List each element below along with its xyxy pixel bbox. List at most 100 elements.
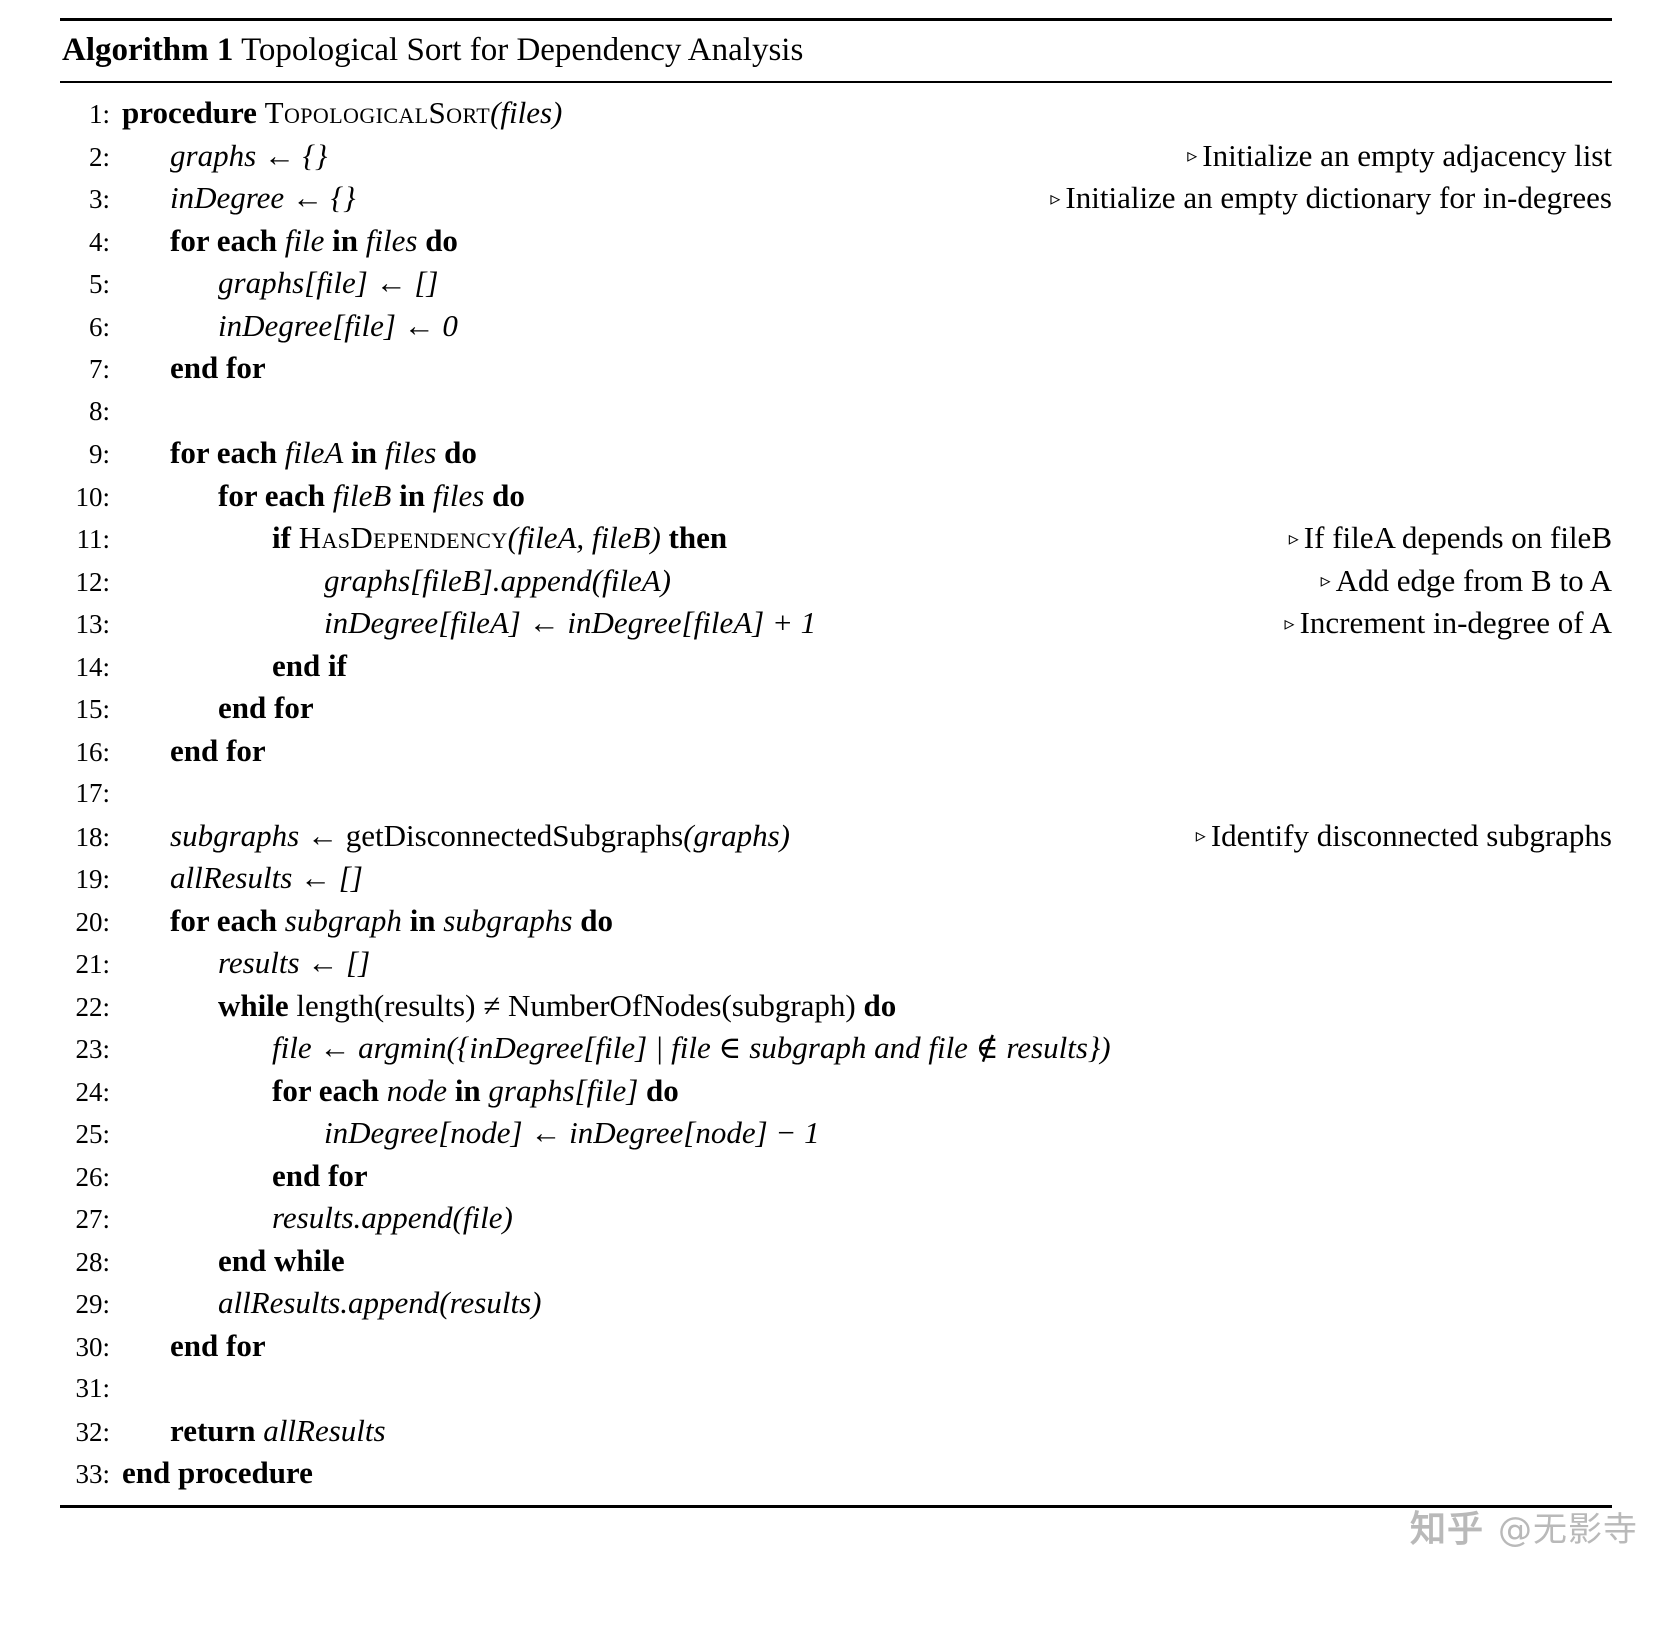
line-number: 31: <box>75 1373 110 1404</box>
algorithm-line: 17: <box>60 772 1612 815</box>
keyword-do: do <box>425 222 458 258</box>
line-code: end if <box>272 647 347 683</box>
algorithm-line: 13: inDegree[fileA] ← inDegree[fileA] + … <box>60 602 1612 645</box>
line-number: 25: <box>75 1119 110 1150</box>
line-number: 6: <box>88 311 110 342</box>
line-number: 8: <box>88 395 110 426</box>
function-name: getDisconnectedSubgraphs <box>345 817 684 853</box>
algorithm-line: 2: graphs ← {} ▹ Initialize an empty adja… <box>60 135 1612 178</box>
line-comment: ▹ Increment in-degree of A <box>1255 602 1612 645</box>
keyword-in: in <box>332 222 359 258</box>
algorithm-caption-label: Algorithm 1 <box>62 32 234 68</box>
keyword-do: do <box>580 902 613 938</box>
loop-var: file <box>284 222 325 258</box>
keyword-for-each: for each <box>170 902 278 938</box>
function-args: (fileA, fileB) <box>507 520 661 556</box>
comment-text: If fileA depends on fileB <box>1303 520 1612 556</box>
algorithm-line: 32: return allResults <box>60 1410 1612 1453</box>
algorithm-line: 9: for each fileA in files do <box>60 432 1612 475</box>
line-code: for each subgraph in subgraphs do <box>122 900 613 943</box>
algorithm-line: 14: end if <box>60 645 1612 688</box>
line-number: 19: <box>75 864 110 895</box>
algorithm-line: 19: allResults ← [] <box>60 857 1612 900</box>
line-code: end for <box>272 1157 368 1193</box>
keyword-in: in <box>409 902 436 938</box>
algorithm-line: 1: procedure TopologicalSort(files) <box>60 92 1612 135</box>
keyword-for-each: for each <box>170 435 278 471</box>
algorithm-line: 8: <box>60 390 1612 433</box>
keyword-in: in <box>399 477 425 513</box>
algorithm-line: 4: for each file in files do <box>60 220 1612 263</box>
line-number: 9: <box>88 439 110 470</box>
line-code: inDegree[file] ← 0 <box>218 307 458 343</box>
algorithm-line: 3: inDegree ← {} ▹ Initialize an empty di… <box>60 177 1612 220</box>
line-number: 30: <box>75 1331 110 1362</box>
line-code: for each fileB in files do <box>122 475 525 518</box>
line-code: results.append(file) <box>272 1200 513 1236</box>
comment-marker-icon: ▹ <box>1050 187 1061 210</box>
line-code: procedure TopologicalSort(files) <box>122 92 562 135</box>
line-code: end for <box>170 1327 266 1363</box>
line-number: 13: <box>75 609 110 640</box>
comment-marker-icon: ▹ <box>1284 612 1295 635</box>
loop-collection: graphs[file] <box>488 1072 639 1108</box>
line-code: graphs ← {} <box>170 137 328 173</box>
line-number: 5: <box>88 269 110 300</box>
algorithm-line: 33: end procedure <box>60 1452 1612 1495</box>
line-number: 28: <box>75 1246 110 1277</box>
line-code: allResults ← [] <box>170 860 363 896</box>
line-number: 32: <box>75 1416 110 1447</box>
loop-var: node <box>386 1072 448 1108</box>
comment-text: Increment in-degree of A <box>1299 605 1612 641</box>
loop-var: fileB <box>332 477 392 513</box>
line-code: inDegree ← {} <box>170 180 356 216</box>
watermark-username: @无影寺 <box>1498 1509 1638 1550</box>
keyword-do: do <box>646 1072 679 1108</box>
keyword-for-each: for each <box>218 477 326 513</box>
comment-text: Identify disconnected subgraphs <box>1210 817 1612 853</box>
line-number: 27: <box>75 1204 110 1235</box>
while-condition: length(results) ≠ NumberOfNodes(subgraph… <box>296 987 856 1023</box>
keyword-in: in <box>454 1072 481 1108</box>
comment-marker-icon: ▹ <box>1187 145 1198 168</box>
line-code: graphs[fileB].append(fileA) <box>324 562 671 598</box>
loop-collection: files <box>384 435 437 471</box>
algorithm-line: 6: inDegree[file] ← 0 <box>60 305 1612 348</box>
line-number: 1: <box>88 99 110 130</box>
algorithm-line: 23: file ← argmin({inDegree[file] | file… <box>60 1027 1612 1070</box>
keyword-for-each: for each <box>170 222 278 258</box>
line-code: file ← argmin({inDegree[file] | file ∈ s… <box>272 1030 1111 1066</box>
line-comment: ▹ Initialize an empty dictionary for in-d… <box>1020 177 1612 220</box>
line-number: 4: <box>88 226 110 257</box>
zhihu-logo-icon: 知乎 <box>1409 1509 1484 1550</box>
function-args: (graphs) <box>683 817 790 853</box>
line-number: 29: <box>75 1289 110 1320</box>
bottom-rule <box>60 1504 1612 1508</box>
algorithm-line: 22: while length(results) ≠ NumberOfNode… <box>60 985 1612 1028</box>
keyword-do: do <box>863 987 897 1023</box>
comment-marker-icon: ▹ <box>1320 570 1331 593</box>
line-number: 18: <box>75 821 110 852</box>
keyword-procedure: procedure <box>122 95 257 131</box>
algorithm-line: 10: for each fileB in files do <box>60 475 1612 518</box>
algorithm-caption: Algorithm 1 Topological Sort for Depende… <box>60 21 1612 81</box>
line-code: for each node in graphs[file] do <box>122 1070 679 1113</box>
line-code: results ← [] <box>218 945 371 981</box>
line-number: 3: <box>88 184 110 215</box>
algorithm-lines: 1: procedure TopologicalSort(files) 2: g… <box>60 83 1612 1505</box>
keyword-if: if <box>272 520 291 556</box>
keyword-for-each: for each <box>272 1072 380 1108</box>
comment-text: Initialize an empty dictionary for in-de… <box>1065 180 1612 216</box>
line-number: 14: <box>75 651 110 682</box>
line-code: end for <box>218 690 314 726</box>
return-value: allResults <box>263 1412 386 1448</box>
keyword-do: do <box>444 435 477 471</box>
algorithm-line: 21: results ← [] <box>60 942 1612 985</box>
algorithm-line: 16: end for <box>60 730 1612 773</box>
loop-collection: files <box>365 222 418 258</box>
line-number: 12: <box>75 566 110 597</box>
comment-text: Add edge from B to A <box>1335 562 1612 598</box>
line-comment: ▹ Initialize an empty adjacency list <box>1157 135 1612 178</box>
algorithm-caption-title: Topological Sort for Dependency Analysis <box>241 32 804 68</box>
line-number: 2: <box>88 141 110 172</box>
